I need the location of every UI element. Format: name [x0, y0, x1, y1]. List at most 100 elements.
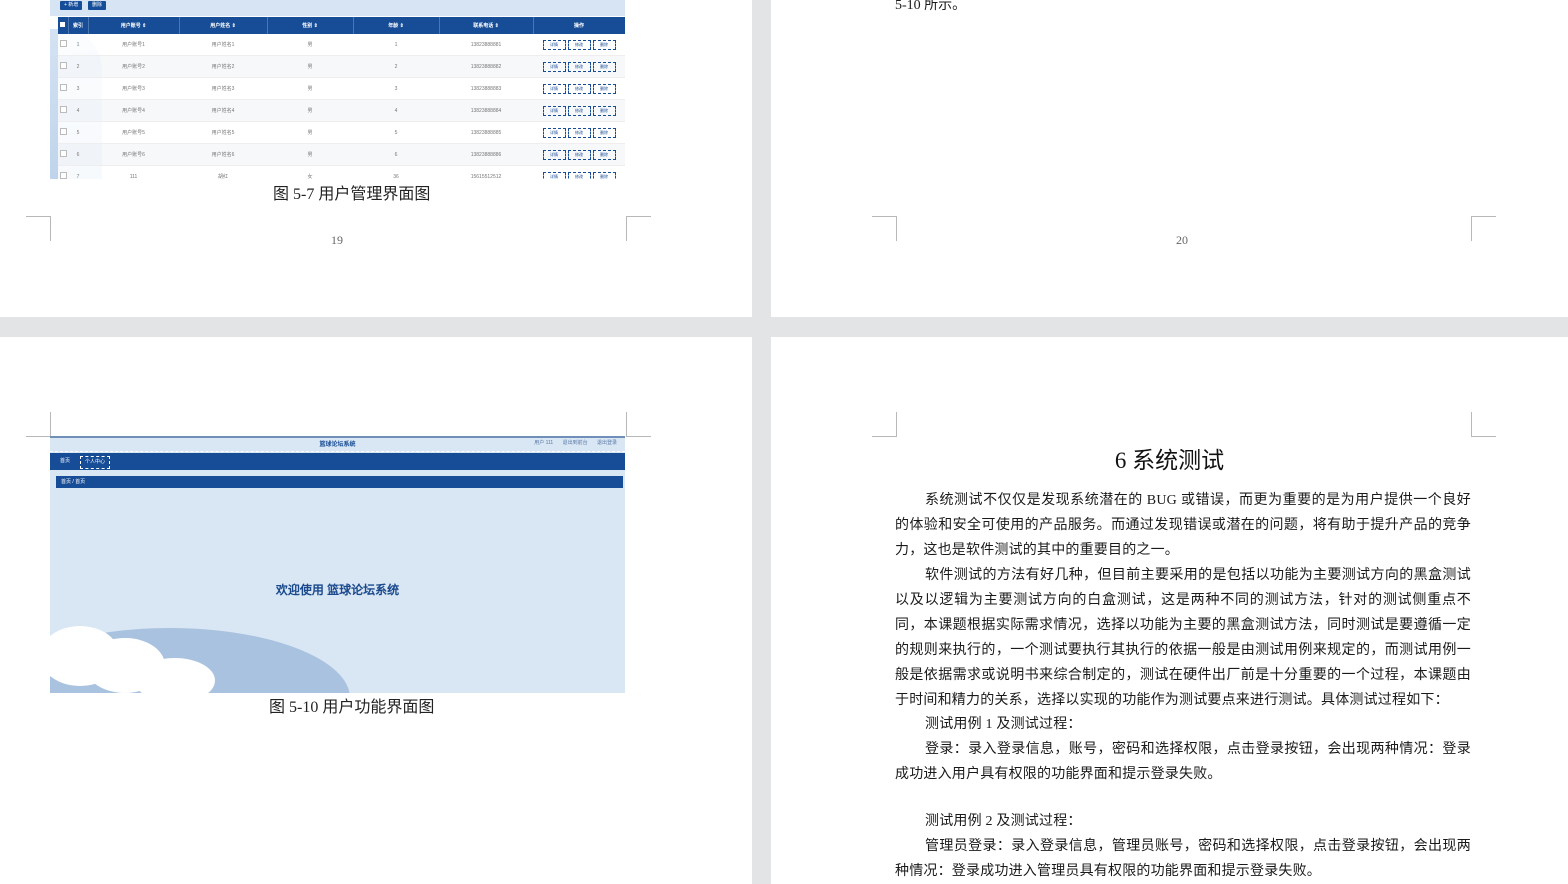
row-actions: 详情 修改 删除 [533, 143, 625, 166]
table-cell: 13823888885 [439, 121, 533, 144]
table-cell: 男 [267, 34, 353, 56]
figure-toolbar: + 新增 删除 [50, 0, 625, 16]
table-row: 2 用户账号2 用户姓名2 男 2 13823888882 详情 修改 删除 [58, 55, 625, 78]
delete-row-button: 删除 [592, 149, 616, 160]
add-button: + 新增 [60, 1, 83, 10]
page-19: + 新增 删除 索引 用户账号 ⇕ 用户姓名 ⇕ 性别 ⇕ 年龄 ⇕ 联系电话 … [0, 0, 752, 317]
table-cell: 13823888883 [439, 77, 533, 100]
table-cell: 1 [68, 34, 88, 56]
table-cell: 用户账号1 [88, 34, 179, 56]
table-cell: 用户姓名3 [179, 77, 267, 100]
table-cell: 用户账号3 [88, 77, 179, 100]
detail-button: 详情 [542, 105, 566, 116]
row-actions: 详情 修改 删除 [533, 77, 625, 100]
row-checkbox [58, 99, 68, 122]
column-header: 用户账号 ⇕ [88, 17, 180, 34]
table-cell: 13823888886 [439, 143, 533, 166]
delete-button: 删除 [88, 1, 107, 10]
column-header-select [58, 17, 69, 34]
table-row: 6 用户账号6 用户姓名6 男 6 13823888886 详情 修改 删除 [58, 143, 625, 166]
table-cell: 111 [88, 165, 179, 179]
paragraph: 测试用例 1 及测试过程： [925, 717, 1082, 732]
table-cell: 3 [353, 77, 439, 100]
detail-button: 详情 [542, 149, 566, 160]
corner-mark [626, 216, 651, 241]
delete-row-button: 删除 [592, 105, 616, 116]
column-header: 年龄 ⇕ [353, 17, 440, 34]
header-divider [50, 451, 625, 452]
section-heading: 6 系统测试 [1114, 448, 1225, 473]
edit-button: 修改 [567, 171, 591, 179]
table-cell: 用户姓名1 [179, 34, 267, 56]
figure-caption: 图 5-10 用户功能界面图 [269, 699, 435, 716]
table-cell: 5 [68, 121, 88, 144]
corner-mark [626, 412, 651, 437]
row-actions: 详情 修改 删除 [533, 165, 625, 179]
table-cell: 用户姓名6 [179, 143, 267, 166]
page-21: 篮球论坛系统 用户 111 退出到前台 退出登录 首页 个人中心 首页 / 首页… [0, 337, 752, 884]
corner-mark [872, 216, 897, 241]
corner-mark [1471, 216, 1496, 241]
table-cell: 36 [353, 165, 439, 179]
table-cell: 15615512512 [439, 165, 533, 179]
detail-button: 详情 [542, 61, 566, 72]
row-checkbox [58, 77, 68, 100]
delete-row-button: 删除 [592, 171, 616, 179]
table-cell: 13823888881 [439, 34, 533, 56]
table-row: 4 用户账号4 用户姓名4 男 4 13823888884 详情 修改 删除 [58, 99, 625, 122]
detail-button: 详情 [542, 39, 566, 50]
column-header: 索引 [68, 17, 89, 34]
table-cell: 用户姓名5 [179, 121, 267, 144]
figure-user-management: + 新增 删除 索引 用户账号 ⇕ 用户姓名 ⇕ 性别 ⇕ 年龄 ⇕ 联系电话 … [50, 0, 625, 179]
table-row: 7 111 胡红女 36 15615512512 详情 修改 删除 [58, 165, 625, 179]
table-cell: 用户账号4 [88, 99, 179, 122]
row-checkbox [58, 165, 68, 179]
row-actions: 详情 修改 删除 [533, 99, 625, 122]
table-cell: 2 [68, 55, 88, 78]
edit-button: 修改 [567, 61, 591, 72]
welcome-message: 欢迎使用 篮球论坛系统 [275, 583, 400, 597]
nav-bar: 首页 个人中心 [50, 453, 625, 470]
table-row: 1 用户账号1 用户姓名1 男 1 13823888881 详情 修改 删除 [58, 34, 625, 56]
body-text: 5-10 所示。 [895, 0, 967, 13]
table-cell: 5 [353, 121, 439, 144]
table-cell: 6 [68, 143, 88, 166]
nav-item-home: 首页 [60, 458, 71, 464]
row-checkbox [58, 143, 68, 166]
row-checkbox [58, 121, 68, 144]
page-number: 20 [1176, 233, 1188, 247]
detail-button: 详情 [542, 127, 566, 138]
table-cell: 2 [353, 55, 439, 78]
delete-row-button: 删除 [592, 39, 616, 50]
table-cell: 13823888884 [439, 99, 533, 122]
row-checkbox [58, 34, 68, 56]
page-20: 5-10 所示。 20 [771, 0, 1568, 317]
paragraph: 登录：录入登录信息，账号，密码和选择权限，点击登录按钮，会出现两种情况：登录成功… [895, 742, 1471, 782]
row-checkbox [58, 55, 68, 78]
table-cell: 7 [68, 165, 88, 179]
paragraph: 管理员登录：录入登录信息，管理员账号，密码和选择权限，点击登录按钮，会出现两种情… [895, 839, 1471, 879]
delete-row-button: 删除 [592, 83, 616, 94]
table-cell: 用户姓名2 [179, 55, 267, 78]
table-cell: 用户账号6 [88, 143, 179, 166]
page-number: 19 [331, 233, 343, 247]
detail-button: 详情 [542, 171, 566, 179]
table-cell: 1 [353, 34, 439, 56]
row-actions: 详情 修改 删除 [533, 34, 625, 56]
row-actions: 详情 修改 删除 [533, 55, 625, 78]
table-cell: 男 [267, 77, 353, 100]
table-row: 5 用户账号5 用户姓名5 男 5 13823888885 详情 修改 删除 [58, 121, 625, 144]
paragraph: 软件测试的方法有好几种，但目前主要采用的是包括以功能为主要测试方向的黑盒测试以及… [895, 568, 1471, 708]
edit-button: 修改 [567, 39, 591, 50]
edit-button: 修改 [567, 149, 591, 160]
table-cell: 胡红 [179, 165, 267, 179]
header-link-logout: 退出登录 [596, 440, 617, 446]
row-actions: 详情 修改 删除 [533, 121, 625, 144]
delete-row-button: 删除 [592, 61, 616, 72]
corner-mark [26, 412, 51, 437]
table-cell: 6 [353, 143, 439, 166]
table-row: 3 用户账号3 用户姓名3 男 3 13823888883 详情 修改 删除 [58, 77, 625, 100]
header-link-user: 用户 111 [534, 440, 554, 446]
table-cell: 4 [68, 99, 88, 122]
header-link-frontend: 退出到前台 [562, 440, 588, 446]
